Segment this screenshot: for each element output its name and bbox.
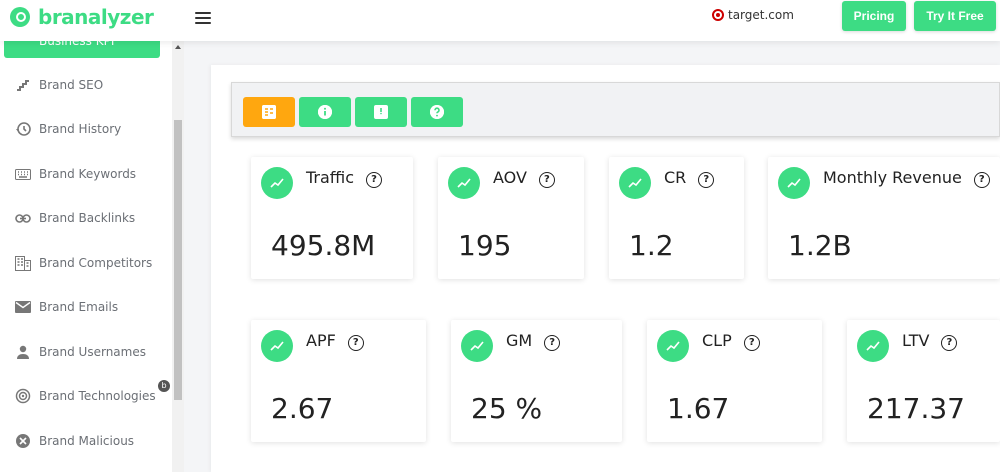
- help-circle-icon[interactable]: ?: [743, 335, 760, 351]
- kpi-title: CLP?: [702, 331, 760, 351]
- kpi-card-gm: GM? 25 %: [451, 320, 622, 442]
- tech-badge: b: [158, 380, 170, 392]
- help-button[interactable]: [411, 97, 463, 127]
- target-circle-icon: [14, 388, 31, 405]
- trend-up-icon: [461, 330, 493, 362]
- scroll-thumb[interactable]: [174, 120, 182, 400]
- sidebar-item-brand-backlinks[interactable]: Brand Backlinks: [0, 198, 172, 238]
- sidebar-item-brand-keywords[interactable]: Brand Keywords: [0, 154, 172, 194]
- kpi-card-apf: APF? 2.67: [251, 320, 426, 442]
- kpi-value: 195: [458, 229, 512, 262]
- link-icon: [14, 210, 31, 227]
- help-circle-icon[interactable]: ?: [538, 172, 555, 188]
- person-icon: [14, 344, 31, 361]
- help-circle-icon[interactable]: ?: [941, 335, 958, 351]
- kpi-value: 2.67: [271, 392, 334, 425]
- sidebar-item-label: Brand Malicious: [39, 434, 135, 448]
- help-circle-icon[interactable]: ?: [366, 172, 383, 188]
- sidebar-item-label: Brand Emails: [39, 300, 119, 314]
- kpi-card-ltv: LTV? 217.37: [847, 320, 1000, 442]
- logo-text: branalyzer: [38, 5, 154, 29]
- email-icon: [14, 299, 31, 316]
- kpi-title: GM?: [506, 331, 561, 351]
- pricing-button[interactable]: Pricing: [842, 1, 906, 31]
- domain-label: target.com: [728, 8, 794, 22]
- sidebar-item-label: Brand Competitors: [39, 256, 153, 270]
- sidebar-scrollbar[interactable]: [172, 41, 184, 472]
- sidebar-item-label: Brand Usernames: [39, 345, 146, 359]
- sidebar-item-label: Brand Backlinks: [39, 211, 136, 225]
- sidebar: Business KPI Brand SEO Brand History Bra…: [0, 41, 172, 472]
- kpi-value: 1.2: [629, 229, 674, 262]
- help-icon: [430, 105, 444, 119]
- trend-up-icon: [857, 330, 889, 362]
- sidebar-item-label: Brand SEO: [39, 78, 104, 92]
- scroll-up-arrow-icon[interactable]: [175, 45, 181, 49]
- target-logo-icon: [712, 9, 724, 21]
- history-icon: [14, 121, 31, 138]
- try-it-free-button[interactable]: Try It Free: [914, 1, 996, 31]
- help-circle-icon[interactable]: ?: [347, 335, 364, 351]
- kpi-card-monthly-revenue: Monthly Revenue? 1.2B: [768, 157, 1000, 279]
- kpi-card-aov: AOV? 195: [438, 157, 584, 279]
- help-circle-icon[interactable]: ?: [698, 172, 715, 188]
- kpi-title: AOV?: [493, 168, 555, 188]
- sidebar-item-brand-malicious[interactable]: Brand Malicious: [0, 421, 172, 461]
- stairs-icon: [14, 77, 31, 94]
- sidebar-item-brand-history[interactable]: Brand History: [0, 109, 172, 149]
- logo[interactable]: branalyzer: [10, 5, 154, 29]
- kpi-title: LTV?: [902, 331, 958, 351]
- sidebar-item-brand-seo[interactable]: Brand SEO: [0, 65, 172, 105]
- sidebar-item-brand-competitors[interactable]: Brand Competitors: [0, 243, 172, 283]
- dashboard-button[interactable]: [243, 97, 295, 127]
- feedback-icon: [374, 105, 388, 119]
- kpi-toolbar: [231, 82, 1000, 137]
- top-header: branalyzer target.com Pricing Try It Fre…: [0, 0, 1000, 41]
- keyboard-icon: [14, 166, 31, 183]
- trend-up-icon: [448, 167, 480, 199]
- trend-up-icon: [657, 330, 689, 362]
- kpi-title: Monthly Revenue?: [823, 168, 990, 188]
- kpi-value: 25 %: [471, 392, 543, 425]
- sidebar-item-brand-technologies[interactable]: Brand Technologies: [0, 376, 172, 416]
- kpi-title: APF?: [306, 331, 364, 351]
- kpi-value: 1.67: [667, 392, 730, 425]
- kpi-value: 1.2B: [788, 229, 852, 262]
- help-circle-icon[interactable]: ?: [973, 172, 990, 188]
- kpi-value: 217.37: [867, 392, 965, 425]
- sidebar-item-label: Brand History: [39, 122, 122, 136]
- info-icon: [318, 105, 332, 119]
- kpi-card-clp: CLP? 1.67: [647, 320, 822, 442]
- trend-up-icon: [619, 167, 651, 199]
- info-button[interactable]: [299, 97, 351, 127]
- logo-search-icon: [10, 7, 30, 27]
- domain-chip: target.com: [712, 8, 794, 22]
- sidebar-item-brand-usernames[interactable]: Brand Usernames: [0, 332, 172, 372]
- trend-up-icon: [778, 167, 810, 199]
- cancel-icon: [14, 433, 31, 450]
- hamburger-menu-icon[interactable]: [195, 12, 211, 24]
- kpi-title: CR?: [664, 168, 715, 188]
- dashboard-icon: [262, 105, 276, 119]
- sidebar-item-label: Brand Keywords: [39, 167, 137, 181]
- kpi-title: Traffic?: [306, 168, 383, 188]
- sidebar-item-brand-emails[interactable]: Brand Emails: [0, 287, 172, 327]
- building-icon: [14, 255, 31, 272]
- kpi-value: 495.8M: [271, 229, 376, 262]
- help-circle-icon[interactable]: ?: [544, 335, 561, 351]
- sidebar-item-label: Brand Technologies: [39, 389, 156, 403]
- kpi-card-traffic: Traffic? 495.8M: [251, 157, 413, 279]
- trend-up-icon: [261, 330, 293, 362]
- sidebar-item-business-kpi[interactable]: Business KPI: [4, 41, 160, 58]
- trend-up-icon: [261, 167, 293, 199]
- kpi-card-cr: CR? 1.2: [609, 157, 744, 279]
- feedback-button[interactable]: [355, 97, 407, 127]
